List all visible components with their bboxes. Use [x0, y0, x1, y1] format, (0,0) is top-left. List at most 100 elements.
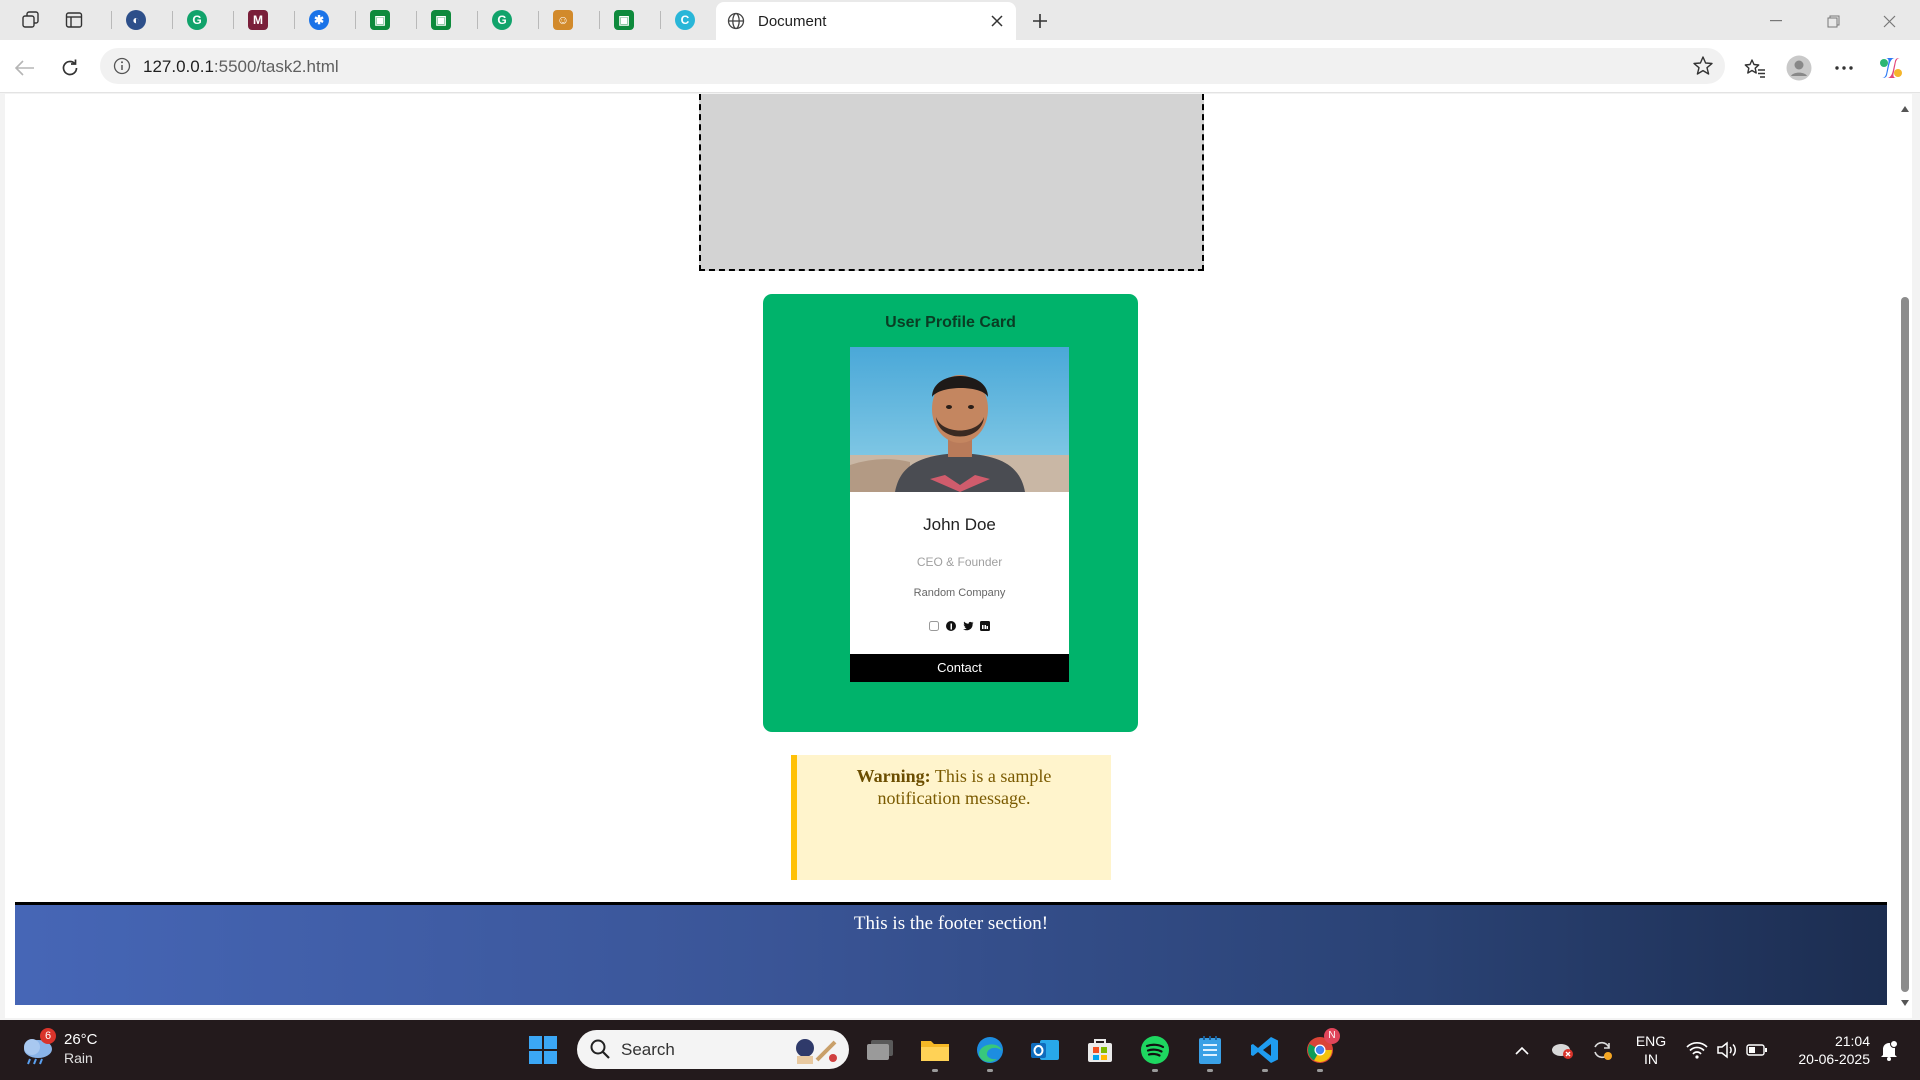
onedrive-error-icon[interactable]: [1548, 1030, 1576, 1070]
notification-bell-icon[interactable]: [1876, 1030, 1902, 1070]
edge-browser-icon[interactable]: [970, 1030, 1010, 1072]
chrome-profile-badge: N: [1324, 1028, 1340, 1044]
url-host: 127.0.0.1: [143, 57, 214, 76]
globe-icon: [727, 12, 745, 35]
profile-name: John Doe: [923, 515, 996, 534]
android-app-icon: ▣: [431, 10, 451, 30]
profile-role: CEO & Founder: [916, 555, 1003, 569]
pinned-tab-8[interactable]: ☺: [538, 5, 588, 35]
pinned-tab-7[interactable]: G: [477, 5, 527, 35]
favorites-icon[interactable]: [1740, 53, 1770, 83]
start-button[interactable]: [523, 1030, 563, 1070]
close-icon[interactable]: [986, 10, 1008, 32]
favorite-star-icon[interactable]: [1691, 54, 1715, 83]
copilot-icon[interactable]: [1876, 53, 1906, 83]
notepad-icon[interactable]: [1190, 1030, 1230, 1072]
footer-text: This is the footer section!: [853, 913, 1049, 934]
file-explorer-icon[interactable]: [915, 1030, 955, 1072]
book-app-icon: M: [248, 10, 268, 30]
outlook-icon[interactable]: [1025, 1030, 1065, 1070]
restore-button[interactable]: [1810, 8, 1856, 34]
profile-company: Random Company: [913, 587, 1006, 599]
contact-button[interactable]: Contact: [850, 654, 1069, 682]
profile-card-container: User Profile Card John Doe CEO & Founder…: [763, 294, 1138, 732]
task-view-icon[interactable]: [860, 1030, 900, 1070]
lang-line-2: IN: [1644, 1051, 1658, 1067]
show-hidden-icons-chevron-icon[interactable]: [1510, 1030, 1534, 1070]
page-scrollbar[interactable]: [1898, 94, 1912, 1018]
weather-widget[interactable]: 6 26°C Rain: [20, 1028, 140, 1071]
profile-avatar-icon[interactable]: [1784, 53, 1814, 83]
placeholder-box: [699, 94, 1204, 271]
android-app-icon: ▣: [370, 10, 390, 30]
info-icon[interactable]: [112, 56, 132, 81]
spotify-icon[interactable]: [1135, 1030, 1175, 1072]
page-viewport: User Profile Card John Doe CEO & Founder…: [5, 94, 1898, 1018]
new-tab-button[interactable]: [1026, 7, 1054, 35]
close-window-button[interactable]: [1866, 8, 1912, 34]
pinned-tab-3[interactable]: M: [233, 5, 283, 35]
dribbble-icon[interactable]: [929, 620, 940, 631]
minimize-button[interactable]: [1753, 8, 1799, 34]
profile-card: John Doe CEO & Founder Random Company Co…: [850, 347, 1069, 682]
windows-taskbar: 6 26°C Rain Search N ENG IN 21:04 20-06-…: [0, 1020, 1920, 1080]
pinned-tab-4[interactable]: ✱: [294, 5, 344, 35]
pinned-tab-2[interactable]: G: [172, 5, 222, 35]
input-language-indicator[interactable]: ENG IN: [1630, 1032, 1672, 1068]
linkedin-icon[interactable]: [980, 620, 991, 631]
workspaces-icon[interactable]: [18, 7, 44, 33]
profile-photo: [850, 347, 1069, 492]
facebook-icon[interactable]: [946, 620, 957, 631]
search-highlight-icon: [789, 1034, 841, 1071]
twitter-icon[interactable]: [962, 620, 974, 631]
profile-card-title: User Profile Card: [885, 314, 1016, 331]
address-bar[interactable]: 127.0.0.1:5500/task2.html: [100, 48, 1725, 84]
tab-actions-icon[interactable]: [61, 7, 87, 33]
c-app-icon: C: [675, 10, 695, 30]
android-app-icon: ▣: [614, 10, 634, 30]
globe-app-icon: ◐: [126, 10, 146, 30]
more-menu-icon[interactable]: [1829, 53, 1859, 83]
page-footer: This is the footer section!: [15, 902, 1887, 1005]
battery-icon[interactable]: [1744, 1030, 1770, 1070]
pinned-tab-9[interactable]: ▣: [599, 5, 649, 35]
reload-button[interactable]: [55, 53, 85, 83]
scroll-up-arrow-icon[interactable]: [1900, 100, 1910, 118]
vscode-icon[interactable]: [1245, 1030, 1285, 1072]
microsoft-store-icon[interactable]: [1080, 1030, 1120, 1070]
chrome-icon[interactable]: N: [1300, 1028, 1340, 1072]
lang-line-1: ENG: [1635, 1033, 1667, 1049]
warning-notification: Warning: This is a sample notification m…: [791, 755, 1111, 880]
browser-toolbar: 127.0.0.1:5500/task2.html: [0, 40, 1920, 93]
weather-badge: 6: [40, 1028, 56, 1044]
sync-update-icon[interactable]: [1588, 1030, 1616, 1070]
pinned-tab-5[interactable]: ▣: [355, 5, 405, 35]
search-icon: [589, 1038, 611, 1065]
warning-label: Warning:: [856, 766, 931, 786]
url-text: 127.0.0.1:5500/task2.html: [143, 57, 339, 77]
taskbar-search[interactable]: Search: [577, 1030, 849, 1069]
grammar-g-icon: G: [492, 10, 512, 30]
pinned-tab-1[interactable]: ◐: [111, 5, 161, 35]
system-clock[interactable]: 21:04 20-06-2025: [1780, 1032, 1870, 1068]
tab-title: Document: [758, 13, 827, 30]
volume-icon[interactable]: [1714, 1030, 1740, 1070]
url-path: :5500/task2.html: [213, 57, 339, 76]
pinned-tab-10[interactable]: C: [660, 5, 710, 35]
tab-document[interactable]: Document: [716, 2, 1016, 40]
tab-strip: ◐ G M ✱ ▣ ▣ G ☺ ▣ C Document: [0, 0, 1920, 40]
weather-condition: Rain: [64, 1050, 93, 1066]
social-links: [850, 620, 1069, 631]
windows-logo-icon: [529, 1036, 557, 1064]
gear-badge-icon: ✱: [309, 10, 329, 30]
scrollbar-thumb[interactable]: [1901, 297, 1909, 992]
clock-date: 20-06-2025: [1798, 1051, 1870, 1067]
clock-time: 21:04: [1834, 1033, 1870, 1049]
weather-temp: 26°C: [64, 1031, 98, 1048]
back-button[interactable]: [10, 53, 40, 83]
search-label: Search: [621, 1040, 675, 1059]
pinned-tab-6[interactable]: ▣: [416, 5, 466, 35]
code-app-icon: ☺: [553, 10, 573, 30]
wifi-icon[interactable]: [1684, 1030, 1710, 1070]
scroll-down-arrow-icon[interactable]: [1900, 994, 1910, 1012]
